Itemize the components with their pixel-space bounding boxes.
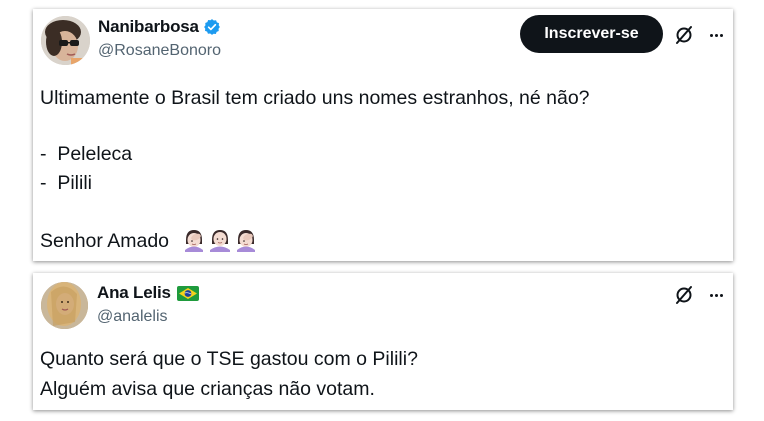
handle[interactable]: @analelis <box>97 308 168 326</box>
avatar-image <box>41 16 90 65</box>
author-row: Nanibarbosa <box>98 17 221 37</box>
tweet-card-1[interactable]: Nanibarbosa @RosaneBonoro Inscrever-se U… <box>33 9 733 261</box>
more-options-icon[interactable] <box>706 25 726 45</box>
emoji-row <box>183 228 257 252</box>
tweet-card-2[interactable]: Ana Lelis @analelis Quanto será que o TS… <box>33 273 733 410</box>
verified-badge-icon <box>203 19 220 35</box>
subscribe-button[interactable]: Inscrever-se <box>520 15 663 53</box>
tweet-text-line: - Pilili <box>40 172 92 194</box>
avatar-image <box>41 282 88 329</box>
display-name[interactable]: Ana Lelis <box>97 283 171 303</box>
tweet-text-line: Alguém avisa que crianças não votam. <box>40 378 375 400</box>
tweet-text-line: Quanto será que o TSE gastou com o Pilil… <box>40 348 418 370</box>
grok-icon[interactable] <box>674 25 694 45</box>
brazil-flag-emoji <box>176 285 199 301</box>
tweet-text-line: Ultimamente o Brasil tem criado uns nome… <box>40 87 590 109</box>
tweet-text-line: Senhor Amado <box>40 230 170 252</box>
tweet-text-line: - Peleleca <box>40 143 133 165</box>
more-options-icon[interactable] <box>706 285 726 305</box>
facepalm-woman-emoji <box>185 230 203 252</box>
avatar[interactable] <box>41 16 90 65</box>
grok-icon[interactable] <box>674 285 694 305</box>
author-row: Ana Lelis <box>97 283 199 303</box>
avatar[interactable] <box>41 282 88 329</box>
shrug-woman-emoji <box>210 230 230 252</box>
display-name[interactable]: Nanibarbosa <box>98 17 199 37</box>
facepalm-woman-emoji <box>237 230 255 252</box>
handle[interactable]: @RosaneBonoro <box>98 42 221 60</box>
